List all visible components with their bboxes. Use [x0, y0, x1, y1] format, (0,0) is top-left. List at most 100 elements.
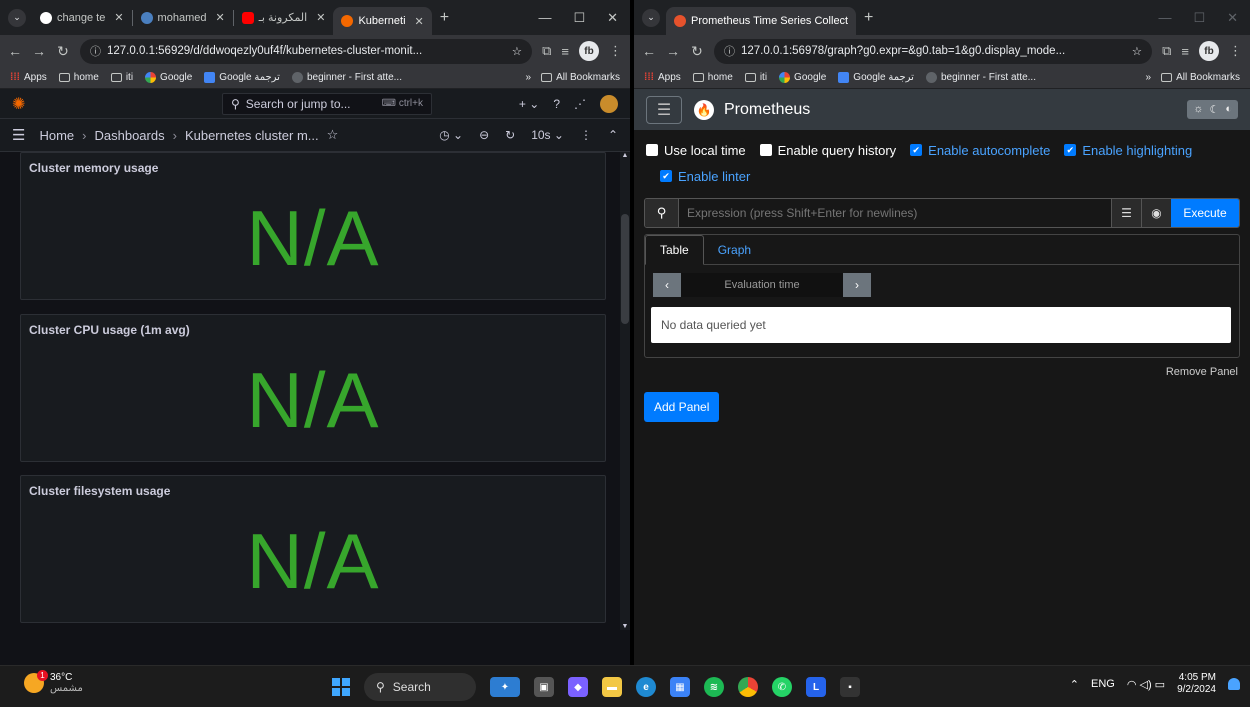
address-bar[interactable]: ⓘ 127.0.0.1:56929/d/ddwoqezly0uf4f/kuber…	[80, 38, 533, 64]
bookmark-iti[interactable]: iti	[744, 72, 767, 83]
tab-close-icon[interactable]: ✕	[316, 11, 325, 24]
wifi-volume-battery-icons[interactable]: ◠ ◁) ▭	[1127, 678, 1165, 691]
language-indicator[interactable]: ENG	[1091, 678, 1115, 690]
refresh-interval[interactable]: 10s ⌄	[531, 128, 564, 142]
help-icon[interactable]: ?	[553, 97, 560, 111]
bookmark-star-icon[interactable]: ☆	[512, 44, 522, 58]
time-picker-icon[interactable]: ◷ ⌄	[439, 128, 463, 142]
forward-icon[interactable]: →	[32, 43, 46, 59]
bookmark-beginner[interactable]: beginner - First atte...	[925, 72, 1036, 83]
task-view-icon[interactable]: ▣	[534, 677, 554, 697]
extensions-icon[interactable]: ⧉	[1162, 43, 1171, 59]
more-options-icon[interactable]: ⋮	[580, 128, 592, 142]
address-bar[interactable]: ⓘ 127.0.0.1:56978/graph?g0.expr=&g0.tab=…	[714, 38, 1153, 64]
profile-avatar[interactable]: fb	[579, 41, 599, 61]
chevron-right-icon[interactable]: ›	[843, 273, 871, 297]
checkbox-checked-icon[interactable]: ✔	[1064, 144, 1077, 156]
minimize-icon[interactable]: —	[1158, 10, 1171, 25]
widgets-icon[interactable]: ◆	[568, 677, 588, 697]
bookmark-google[interactable]: Google	[779, 72, 826, 83]
tab-close-icon[interactable]: ✕	[215, 11, 224, 24]
expression-input[interactable]	[679, 199, 1111, 227]
hamburger-menu-icon[interactable]: ☰	[12, 126, 25, 144]
site-info-icon[interactable]: ⓘ	[90, 43, 101, 59]
breadcrumb-dashboards[interactable]: Dashboards	[94, 128, 164, 143]
reload-icon[interactable]: ↻	[690, 43, 704, 60]
bookmark-iti[interactable]: iti	[110, 72, 133, 83]
navbar-toggle-icon[interactable]: ☰	[646, 95, 682, 124]
bookmark-beginner[interactable]: beginner - First atte...	[291, 72, 402, 83]
minimize-icon[interactable]: —	[538, 10, 551, 25]
refresh-icon[interactable]: ↻	[505, 128, 515, 142]
back-icon[interactable]: ←	[642, 43, 656, 59]
tab-2[interactable]: المكرونة بـ ✕	[234, 4, 334, 32]
checkbox-checked-icon[interactable]: ✔	[910, 144, 923, 156]
edge-browser-icon[interactable]: e	[636, 677, 656, 697]
news-rss-icon[interactable]: ⋰	[574, 97, 586, 111]
grafana-search[interactable]: ⚲ Search or jump to... ⌨ ctrl+k	[222, 92, 432, 115]
extensions-icon[interactable]: ⧉	[542, 43, 551, 59]
remove-panel-link[interactable]: Remove Panel	[1166, 366, 1238, 378]
option-enable-highlighting[interactable]: ✔ Enable highlighting	[1064, 140, 1192, 160]
tab-search-icon[interactable]: ⌄	[8, 8, 26, 27]
back-icon[interactable]: ←	[8, 43, 22, 59]
collapse-chevron-up-icon[interactable]: ⌃	[608, 128, 618, 142]
reload-icon[interactable]: ↻	[56, 43, 70, 60]
prometheus-logo-icon[interactable]: 🔥	[694, 99, 714, 120]
user-avatar[interactable]	[600, 94, 618, 113]
auto-theme-icon[interactable]: ◐	[1225, 103, 1232, 116]
add-panel-button[interactable]: Add Panel	[644, 392, 720, 422]
chevron-up-icon[interactable]: ⌃	[1070, 678, 1079, 691]
reading-list-icon[interactable]: ≡	[561, 44, 569, 59]
spotify-icon[interactable]: ≋	[704, 677, 724, 697]
zoom-out-icon[interactable]: ⊖	[479, 128, 489, 142]
close-window-icon[interactable]: ✕	[1227, 10, 1238, 26]
bookmark-star-icon[interactable]: ☆	[1132, 44, 1142, 58]
dark-theme-icon[interactable]: ☾	[1209, 103, 1219, 116]
bookmark-google[interactable]: Google	[145, 72, 192, 83]
tab-table[interactable]: Table	[645, 235, 704, 265]
notification-bell-icon[interactable]	[1228, 678, 1240, 690]
bookmark-home[interactable]: home	[692, 72, 733, 83]
scroll-down-icon[interactable]: ▼	[620, 623, 630, 630]
bookmark-apps[interactable]: ⁞⁞⁞ Apps	[10, 72, 47, 83]
prometheus-brand[interactable]: Prometheus	[724, 101, 810, 119]
tab-0[interactable]: change te ✕	[32, 4, 132, 32]
taskbar-search[interactable]: ⚲ Search	[364, 673, 476, 701]
light-theme-icon[interactable]: ☼	[1193, 103, 1203, 116]
tab-close-icon[interactable]: ✕	[415, 15, 424, 28]
new-tab-button[interactable]: +	[864, 9, 873, 27]
execute-button[interactable]: Execute	[1171, 199, 1239, 227]
clock[interactable]: 4:05 PM 9/2/2024	[1177, 672, 1216, 696]
app-l-icon[interactable]: L	[806, 677, 826, 697]
all-bookmarks-button[interactable]: All Bookmarks	[541, 72, 620, 83]
option-enable-autocomplete[interactable]: ✔ Enable autocomplete	[910, 140, 1050, 160]
maximize-icon[interactable]: ☐	[573, 10, 585, 26]
star-icon[interactable]: ☆	[327, 127, 339, 143]
tab-close-icon[interactable]: ✕	[114, 11, 123, 24]
checkbox-unchecked[interactable]	[646, 144, 658, 156]
bookmark-google-translate[interactable]: Google ترجمة	[204, 72, 280, 83]
checkbox-checked-icon[interactable]: ✔	[660, 170, 672, 182]
evaluation-time-input[interactable]: Evaluation time	[681, 273, 843, 297]
menu-kebab-icon[interactable]: ⋮	[1229, 43, 1242, 59]
chevron-double-right-icon[interactable]: »	[1146, 72, 1152, 83]
option-enable-query-history[interactable]: Enable query history	[759, 140, 896, 160]
checkbox-unchecked[interactable]	[759, 144, 772, 156]
tab-1[interactable]: mohamed ✕	[133, 4, 233, 32]
dashboard-scrollbar[interactable]: ▲ ▼	[620, 152, 630, 630]
new-tab-button[interactable]: +	[440, 9, 449, 27]
weather-widget[interactable]: 1 36°C مشمس	[24, 670, 83, 694]
tab-prometheus-active[interactable]: Prometheus Time Series Collect✕	[666, 7, 856, 35]
breadcrumb-home[interactable]: Home	[39, 128, 74, 143]
bookmark-apps[interactable]: ⁞⁞⁞ Apps	[644, 72, 681, 83]
all-bookmarks-button[interactable]: All Bookmarks	[1161, 72, 1240, 83]
scrollbar-thumb[interactable]	[621, 214, 629, 324]
terminal-app-icon[interactable]: ▪	[840, 677, 860, 697]
menu-kebab-icon[interactable]: ⋮	[609, 43, 622, 59]
file-explorer-icon[interactable]: ▬	[602, 677, 622, 697]
reading-list-icon[interactable]: ≡	[1181, 44, 1189, 59]
chrome-icon[interactable]	[738, 677, 758, 697]
tab-3-active[interactable]: Kuberneti ✕	[333, 7, 432, 35]
option-use-local-time[interactable]: Use local time	[646, 140, 746, 160]
